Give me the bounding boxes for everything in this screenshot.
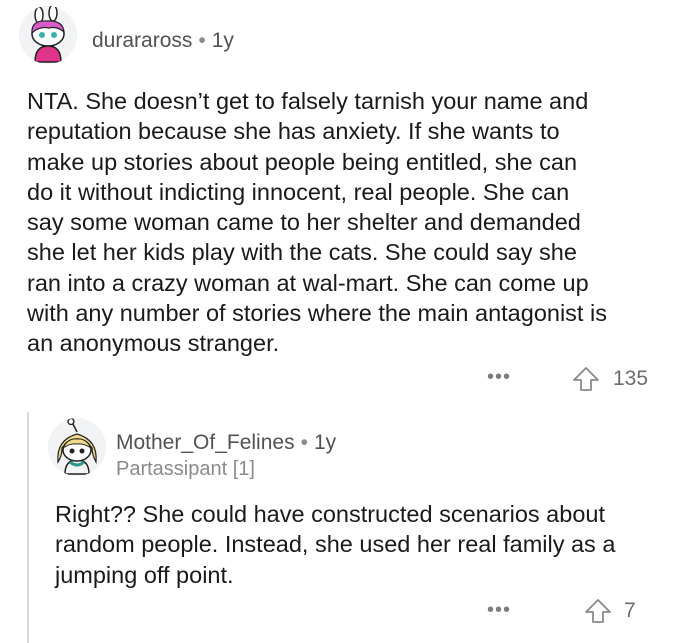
body-line: ran into a crazy woman at wal-mart. She … <box>27 269 589 296</box>
body-line: make up stories about people being entit… <box>27 148 578 175</box>
body-line: she let her kids play with the cats. She… <box>27 239 577 266</box>
user-avatar[interactable] <box>48 418 106 476</box>
body-line: do it without indicting innocent, real p… <box>27 178 570 205</box>
vote-count: 7 <box>624 599 636 622</box>
snoo-avatar-icon <box>19 6 77 64</box>
upvote-arrow-icon[interactable] <box>584 598 612 629</box>
comment-meta: Mother_Of_Felines • 1y <box>116 431 336 455</box>
comment-body: NTA. She doesn’t get to falsely tarnish … <box>27 86 687 359</box>
body-line: Right?? She could have constructed scena… <box>55 501 605 527</box>
body-line: reputation because she has anxiety. If s… <box>27 118 560 145</box>
upvote-arrow-icon[interactable] <box>572 366 600 397</box>
user-flair: Partassipant [1] <box>116 458 255 480</box>
more-options-icon[interactable]: ••• <box>487 366 511 389</box>
comment-meta: duraraross • 1y <box>92 29 234 53</box>
separator-dot: • <box>198 29 206 52</box>
username[interactable]: Mother_Of_Felines <box>116 431 295 454</box>
user-avatar[interactable] <box>19 6 77 64</box>
more-options-icon[interactable]: ••• <box>487 599 511 622</box>
body-line: jumping off point. <box>55 561 234 588</box>
vote-count: 135 <box>613 367 649 390</box>
comment-duraraross: duraraross • 1y NTA. She doesn’t get to fa… <box>0 0 700 400</box>
body-line: say some woman came to her shelter and d… <box>27 209 581 236</box>
snoo-avatar-icon <box>48 418 106 476</box>
comment-age: 1y <box>313 431 337 454</box>
body-line: an anonymous stranger. <box>27 330 280 357</box>
body-line: random people. Instead, she used her rea… <box>55 531 616 558</box>
body-line: with any number of stories where the mai… <box>27 300 607 327</box>
comment-mother-of-felines: Mother_Of_Felines • 1y Partassipant [1] Ri… <box>0 400 700 643</box>
username[interactable]: duraraross <box>92 29 192 52</box>
separator-dot: • <box>300 431 308 454</box>
comment-body: Right?? She could have constructed scena… <box>55 499 695 590</box>
body-line: NTA. She doesn’t get to falsely tarnish … <box>27 88 589 114</box>
comment-age: 1y <box>211 29 234 52</box>
